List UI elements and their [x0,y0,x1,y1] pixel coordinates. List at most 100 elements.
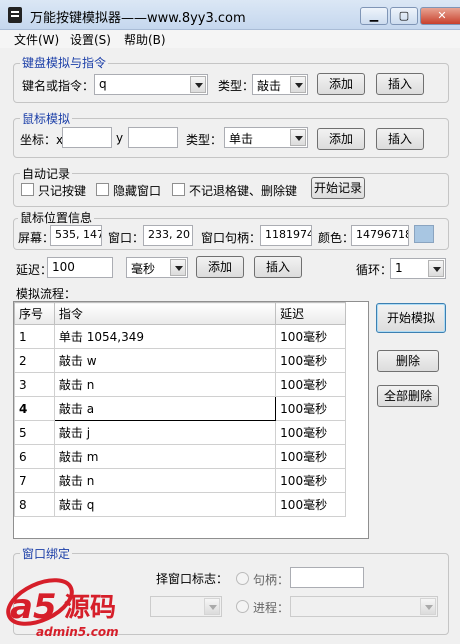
flow-label: 模拟流程： [16,287,77,301]
key-type-combo[interactable]: 敲击 [252,74,308,95]
skip-keys-checkbox[interactable] [172,183,185,196]
mouse-type-combo[interactable]: 单击 [224,127,308,148]
screen-value: 535, 147 [50,225,102,246]
watermark-logo-graphic: a5 源码 admin5.com [6,578,119,639]
loop-value: 1 [395,261,403,275]
flow-table[interactable]: 序号 指令 延迟 1 单击 1054,349 100毫秒 2 敲击 w 100毫秒 3敲… [13,301,369,539]
chevron-down-icon [290,76,306,93]
mouseinfo-group-label: 鼠标位置信息 [18,209,95,226]
coord-y-label: y [116,131,124,145]
keyboard-group-label: 键盘模拟与指令 [20,54,109,71]
chevron-down-icon [420,598,436,615]
table-row[interactable]: 5 敲击 j 100毫秒 [14,420,346,445]
row-cmd: 单击 1054,349 [53,324,277,349]
handle-input[interactable] [290,567,364,588]
row-cmd: 敲击 a [53,396,277,421]
delete-all-button[interactable]: 全部删除 [377,385,439,407]
table-row-selected[interactable]: 4 敲击 a 100毫秒 [14,396,346,421]
binding-group-label: 窗口绑定 [20,545,73,562]
table-row[interactable]: 2 敲击 w 100毫秒 [14,348,346,373]
title-bar: 万能按键模拟器——www.8yy3.com ▁ ▢ ✕ [0,0,460,30]
row-num: 2 [14,348,55,373]
coord-x-input[interactable] [62,127,112,148]
row-cmd: 敲击 j [53,420,277,445]
row-delay: 100毫秒 [275,492,346,517]
loop-combo[interactable]: 1 [390,258,446,279]
table-row[interactable]: 6 敲击 m 100毫秒 [14,444,346,469]
start-simulation-button[interactable]: 开始模拟 [376,303,446,333]
coord-x-label: 坐标：x [20,133,64,147]
delay-unit-combo[interactable]: 毫秒 [126,257,188,278]
mouse-group-label: 鼠标模拟 [20,110,73,127]
row-num: 8 [14,492,55,517]
row-delay: 100毫秒 [275,444,346,469]
only-keys-label: 只记按键 [38,184,87,198]
row-cmd: 敲击 n [53,468,277,493]
row-delay: 100毫秒 [275,396,346,421]
window-pos-label: 窗口： [108,231,145,245]
column-header-cmd[interactable]: 指令 [53,302,277,325]
chevron-down-icon [290,129,306,146]
row-num: 6 [14,444,55,469]
mouse-add-button[interactable]: 添加 [317,128,365,150]
process-label: 进程： [253,601,290,615]
key-insert-button[interactable]: 插入 [376,73,424,95]
svg-text:源码: 源码 [64,593,116,623]
maximize-button[interactable]: ▢ [390,7,418,25]
chevron-down-icon [190,76,206,93]
process-radio[interactable] [236,600,249,613]
delay-insert-button[interactable]: 插入 [254,256,302,278]
key-add-button[interactable]: 添加 [317,73,365,95]
row-cmd: 敲击 w [53,348,277,373]
row-cmd: 敲击 n [53,372,277,397]
menu-bar: 文件(W) 设置(S) 帮助(B) [0,30,460,48]
table-row[interactable]: 7 敲击 n 100毫秒 [14,468,346,493]
watermark-logo: a5 源码 admin5.com [0,562,162,641]
row-delay: 100毫秒 [275,468,346,493]
color-label: 颜色： [318,231,355,245]
row-num: 3 [14,372,55,397]
start-record-button[interactable]: 开始记录 [311,177,365,199]
key-name-combo[interactable]: q [94,74,208,95]
row-delay: 100毫秒 [275,420,346,445]
svg-text:a5: a5 [10,587,57,627]
column-header-delay[interactable]: 延迟 [275,302,346,325]
table-row[interactable]: 8 敲击 q 100毫秒 [14,492,346,517]
table-header: 序号 指令 延迟 [14,302,346,325]
row-num: 1 [14,324,55,349]
coord-y-input[interactable] [128,127,178,148]
table-row[interactable]: 1 单击 1054,349 100毫秒 [14,324,346,349]
delay-input[interactable]: 100 [47,257,113,278]
delete-button[interactable]: 删除 [377,350,439,372]
key-type-value: 敲击 [257,79,282,93]
menu-file[interactable]: 文件(W) [14,31,59,48]
window-pos-value: 233, 20 [143,225,193,246]
delay-add-button[interactable]: 添加 [196,256,244,278]
row-delay: 100毫秒 [275,324,346,349]
table-row[interactable]: 3 敲击 n 100毫秒 [14,372,346,397]
screen-label: 屏幕： [18,231,55,245]
key-name-label: 键名或指令： [22,79,95,93]
loop-label: 循环： [356,263,393,277]
hide-window-label: 隐藏窗口 [113,184,162,198]
app-icon [8,7,22,23]
key-type-label: 类型： [218,79,255,93]
row-num: 4 [14,396,55,421]
column-header-num[interactable]: 序号 [14,302,55,325]
mouse-type-label: 类型： [186,133,223,147]
mouse-insert-button[interactable]: 插入 [376,128,424,150]
close-button[interactable]: ✕ [420,7,460,25]
only-keys-checkbox[interactable] [21,183,34,196]
select-window-label: 择窗口标志： [156,572,229,586]
row-num: 7 [14,468,55,493]
process-combo[interactable] [290,596,438,617]
minimize-button[interactable]: ▁ [360,7,388,25]
row-cmd: 敲击 m [53,444,277,469]
handle-radio[interactable] [236,572,249,585]
window-title: 万能按键模拟器——www.8yy3.com [30,11,246,26]
row-delay: 100毫秒 [275,348,346,373]
menu-settings[interactable]: 设置(S) [70,31,111,48]
chevron-down-icon [204,598,220,615]
hide-window-checkbox[interactable] [96,183,109,196]
menu-help[interactable]: 帮助(B) [124,31,166,48]
